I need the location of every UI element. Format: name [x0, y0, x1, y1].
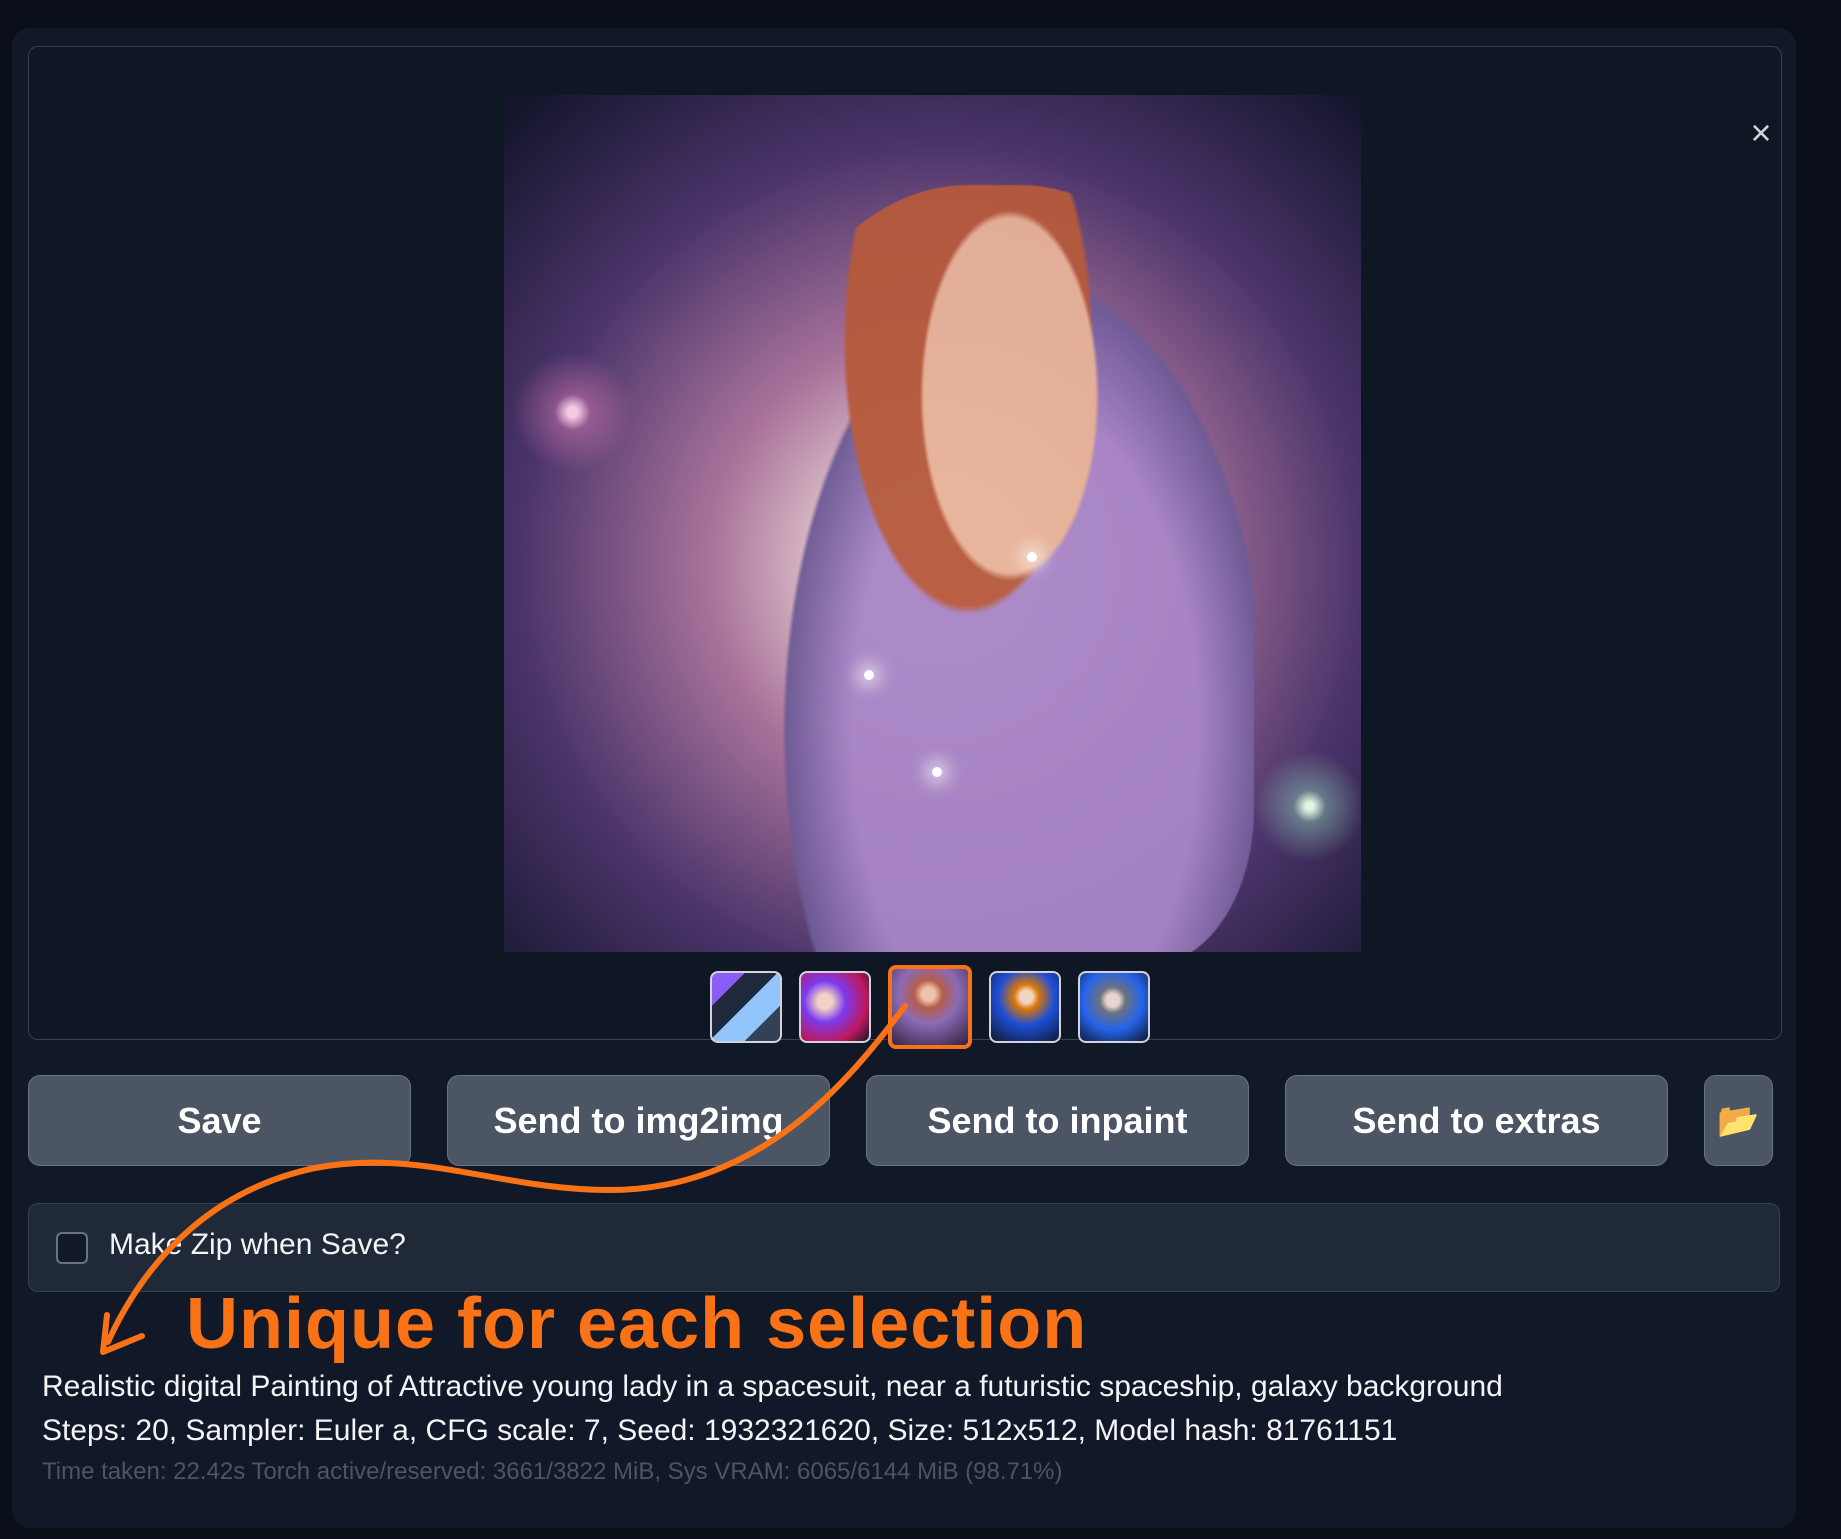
thumbnail-3-selected[interactable] [888, 965, 972, 1049]
suit-light [864, 670, 874, 680]
performance-stats: Time taken: 22.42s Torch active/reserved… [42, 1458, 1063, 1485]
send-to-extras-button[interactable]: Send to extras [1285, 1075, 1668, 1166]
close-icon[interactable]: × [1741, 113, 1781, 153]
image-gallery: × [28, 46, 1782, 1049]
zip-option-row: Make Zip when Save? [28, 1203, 1780, 1292]
suit-light [932, 767, 942, 777]
save-button[interactable]: Save [28, 1075, 411, 1166]
send-to-img2img-button[interactable]: Send to img2img [447, 1075, 830, 1166]
thumbnail-2[interactable] [799, 971, 871, 1043]
make-zip-label: Make Zip when Save? [109, 1228, 406, 1261]
prompt-text: Realistic digital Painting of Attractive… [42, 1370, 1503, 1403]
action-buttons: Save Send to img2img Send to inpaint Sen… [28, 1075, 1773, 1166]
thumbnail-1[interactable] [710, 971, 782, 1043]
thumbnail-strip [710, 965, 1150, 1049]
annotation-label: Unique for each selection [186, 1284, 1088, 1364]
suit-light [1027, 552, 1037, 562]
thumbnail-5[interactable] [1078, 971, 1150, 1043]
folder-icon[interactable]: 📂 [1704, 1075, 1773, 1166]
send-to-inpaint-button[interactable]: Send to inpaint [866, 1075, 1249, 1166]
generated-image[interactable] [504, 95, 1361, 952]
thumbnail-4[interactable] [989, 971, 1061, 1043]
make-zip-checkbox[interactable] [56, 1232, 88, 1264]
astronaut-figure [734, 185, 1254, 952]
generation-params: Steps: 20, Sampler: Euler a, CFG scale: … [42, 1414, 1398, 1447]
